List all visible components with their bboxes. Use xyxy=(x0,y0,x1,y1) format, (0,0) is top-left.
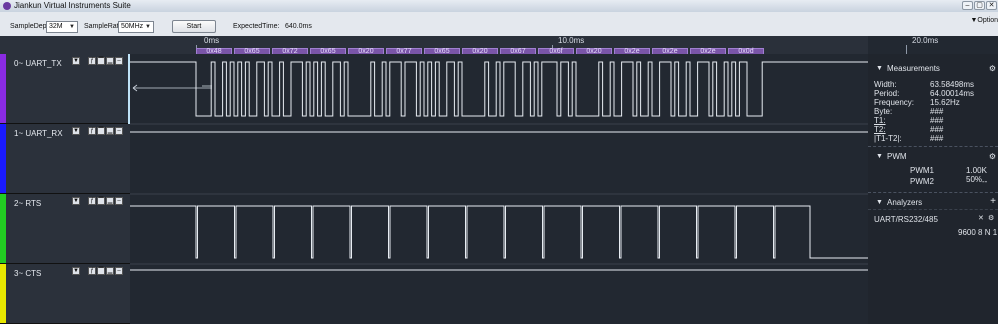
no-trigger-icon[interactable]: – xyxy=(115,57,123,65)
ruler-tick: 20.0ms xyxy=(912,36,939,45)
analyzer-name: UART/RS232/485 xyxy=(874,215,938,224)
measurement-label: T2: xyxy=(874,125,886,134)
collapse-triangle-icon: ▼ xyxy=(876,153,883,160)
measurements-title: Measurements xyxy=(887,64,940,73)
channel-header-spacer xyxy=(0,36,130,54)
measurement-label: Byte: xyxy=(874,107,893,116)
channel-color-strip xyxy=(0,124,6,193)
measurement-label: T1: xyxy=(874,116,886,125)
measurement-value: ### xyxy=(930,116,944,125)
waveform-background xyxy=(130,54,868,324)
channel-dropdown-icon[interactable]: ▼ xyxy=(72,197,80,205)
analyzer-params: 9600 8 N 1 xyxy=(958,228,998,237)
low-level-icon[interactable]: ▁ xyxy=(106,197,114,205)
no-trigger-icon[interactable]: – xyxy=(115,267,123,275)
right-panel: ▼ Measurements ⚙ Width: 63.58498ms Period:… xyxy=(868,54,998,324)
measurement-value: 15.62Hz xyxy=(930,98,960,107)
pwm-section: ▼ PWM ⚙ PWM1 1.00K 50% PWM2 -- xyxy=(868,150,998,190)
measurement-value: ### xyxy=(930,125,944,134)
sample-depth-value: 32M xyxy=(49,23,63,30)
high-level-icon[interactable]: ▔ xyxy=(97,197,105,205)
collapse-triangle-icon: ▼ xyxy=(876,199,883,206)
measurement-label: |T1-T2|: xyxy=(874,134,902,143)
channel-1-panel[interactable]: 1~ UART_RX ▼ ƒ ▔ ▁ – xyxy=(0,124,130,194)
channel-3-panel[interactable]: 3~ CTS ▼ ƒ ▔ ▁ – xyxy=(0,264,130,324)
edge-trigger-icon[interactable]: ƒ xyxy=(88,57,96,65)
pwm-title: PWM xyxy=(887,152,907,161)
edge-trigger-icon[interactable]: ƒ xyxy=(88,127,96,135)
start-button[interactable]: Start xyxy=(172,20,216,33)
channel-2-panel[interactable]: 2~ RTS ▼ ƒ ▔ ▁ – xyxy=(0,194,130,264)
pwm1-label: PWM1 xyxy=(910,166,934,175)
window-title: Jiankun Virtual Instruments Suite xyxy=(14,1,131,10)
gear-icon[interactable]: ⚙ xyxy=(989,152,996,161)
maximize-button[interactable]: ▢ xyxy=(974,1,985,10)
channel-color-strip xyxy=(0,54,6,123)
minimize-button[interactable]: – xyxy=(962,1,973,10)
measurement-value: ### xyxy=(930,107,944,116)
low-level-icon[interactable]: ▁ xyxy=(106,267,114,275)
section-divider xyxy=(868,146,998,147)
gear-icon[interactable]: ⚙ xyxy=(989,64,996,73)
measurement-value: ### xyxy=(930,134,944,143)
measurement-value: 63.58498ms xyxy=(930,80,975,89)
edge-trigger-icon[interactable]: ƒ xyxy=(88,267,96,275)
measurement-label: Width: xyxy=(874,80,897,89)
sample-rate-label: SampleRate xyxy=(84,23,123,30)
measurements-section: ▼ Measurements ⚙ Width: 63.58498ms Period:… xyxy=(868,62,998,143)
channel-dropdown-icon[interactable]: ▼ xyxy=(72,127,80,135)
collapse-triangle-icon: ▼ xyxy=(876,65,883,72)
edge-trigger-icon[interactable]: ƒ xyxy=(88,197,96,205)
title-bar: Jiankun Virtual Instruments Suite – ▢ ✕ xyxy=(0,0,998,12)
close-icon[interactable]: ✕ xyxy=(978,214,984,222)
sample-depth-select[interactable]: 32M ▼ xyxy=(46,21,78,33)
analyzer-divider xyxy=(868,209,998,210)
options-label: Option xyxy=(977,17,998,24)
chevron-down-icon: ▼ xyxy=(69,24,75,30)
low-level-icon[interactable]: ▁ xyxy=(106,127,114,135)
add-analyzer-icon[interactable]: + xyxy=(990,196,996,207)
ruler-tick: 0ms xyxy=(204,36,220,45)
no-trigger-icon[interactable]: – xyxy=(115,197,123,205)
pwm2-value: -- xyxy=(982,177,988,186)
channel-0-panel[interactable]: 0~ UART_TX ▼ ƒ ▔ ▁ – xyxy=(0,54,134,124)
pwm2-label: PWM2 xyxy=(910,177,934,186)
options-menu[interactable]: ▼Option xyxy=(970,17,998,24)
high-level-icon[interactable]: ▔ xyxy=(97,127,105,135)
channel-label: 2~ RTS xyxy=(14,199,42,208)
channel-label: 3~ CTS xyxy=(14,269,42,278)
expected-time-value: 640.0ms xyxy=(285,23,312,30)
close-button[interactable]: ✕ xyxy=(986,1,997,10)
measurement-label: Period: xyxy=(874,89,900,98)
waveform-area[interactable] xyxy=(130,54,868,324)
app-logo-icon xyxy=(3,2,11,10)
high-level-icon[interactable]: ▔ xyxy=(97,57,105,65)
expected-time-label: ExpectedTime: xyxy=(233,23,280,30)
chevron-down-icon: ▼ xyxy=(145,24,151,30)
measurements-header[interactable]: ▼ Measurements ⚙ xyxy=(868,62,998,74)
gear-icon[interactable]: ⚙ xyxy=(988,214,994,222)
sample-rate-select[interactable]: 50MHz ▼ xyxy=(118,21,154,33)
analyzers-title: Analyzers xyxy=(887,198,923,207)
pwm-header[interactable]: ▼ PWM ⚙ xyxy=(868,150,998,162)
ruler-tick: 10.0ms xyxy=(558,36,585,45)
channel-dropdown-icon[interactable]: ▼ xyxy=(72,267,80,275)
channel-dropdown-icon[interactable]: ▼ xyxy=(72,57,80,65)
channel-color-strip xyxy=(0,264,6,323)
section-divider xyxy=(868,192,998,193)
sample-rate-value: 50MHz xyxy=(121,23,144,30)
channel-label: 0~ UART_TX xyxy=(14,59,62,68)
no-trigger-icon[interactable]: – xyxy=(115,127,123,135)
ruler-tick-line xyxy=(906,45,907,54)
channel-color-strip xyxy=(0,194,6,263)
channel-label: 1~ UART_RX xyxy=(14,129,63,138)
high-level-icon[interactable]: ▔ xyxy=(97,267,105,275)
measurement-value: 64.00014ms xyxy=(930,89,975,98)
analyzers-header[interactable]: ▼ Analyzers + xyxy=(868,196,998,208)
toolbar: SampleDepth 32M ▼ SampleRate 50MHz ▼ Sta… xyxy=(0,12,998,36)
analyzers-section: ▼ Analyzers + UART/RS232/485 ✕ ⚙ 9600 8 … xyxy=(868,196,998,256)
measurement-label: Frequency: xyxy=(874,98,915,107)
low-level-icon[interactable]: ▁ xyxy=(106,57,114,65)
